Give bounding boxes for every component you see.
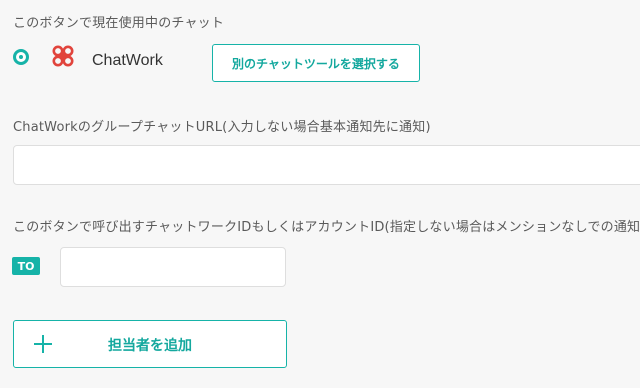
chat-settings-panel: このボタンで現在使用中のチャット ChatWork 別のチャットツールを選択する… bbox=[0, 0, 640, 388]
to-account-label: このボタンで呼び出すチャットワークIDもしくはアカウントID(指定しない場合はメ… bbox=[13, 220, 640, 235]
radio-selected-dot bbox=[19, 55, 23, 59]
add-assignee-button[interactable]: 担当者を追加 bbox=[13, 320, 287, 368]
chatwork-logo-icon bbox=[52, 45, 74, 67]
current-chat-radio[interactable] bbox=[13, 49, 29, 65]
add-assignee-label: 担当者を追加 bbox=[108, 338, 192, 354]
select-other-chat-tool-button[interactable]: 別のチャットツールを選択する bbox=[212, 44, 420, 82]
chat-service-name: ChatWork bbox=[92, 52, 163, 69]
current-chat-label: このボタンで現在使用中のチャット bbox=[13, 16, 225, 31]
to-badge: TO bbox=[12, 257, 40, 275]
group-chat-url-input[interactable] bbox=[13, 145, 640, 185]
group-chat-url-label: ChatWorkのグループチャットURL(入力しない場合基本通知先に通知) bbox=[13, 120, 431, 135]
chatwork-id-input[interactable] bbox=[60, 247, 286, 287]
